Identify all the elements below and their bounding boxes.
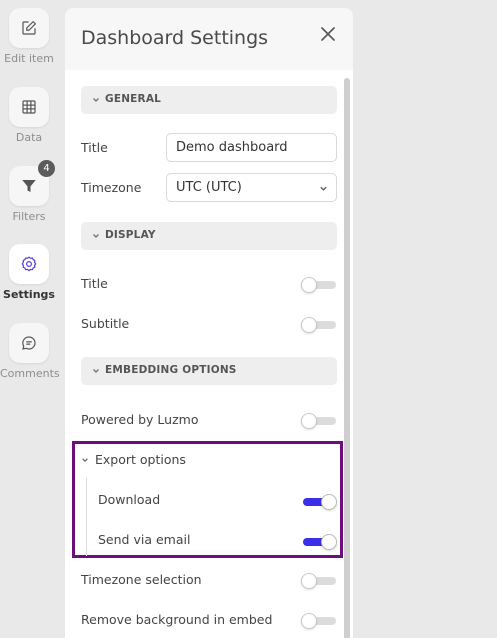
chevron-down-icon	[93, 98, 99, 102]
edit-button[interactable]	[9, 8, 49, 48]
filter-icon	[22, 180, 36, 192]
send-via-email-label: Send via email	[98, 532, 191, 547]
toggle-knob	[301, 613, 317, 629]
rail-label-filters: Filters	[12, 210, 46, 223]
panel-header: Dashboard Settings	[65, 8, 353, 70]
comment-icon	[22, 336, 36, 350]
panel-title: Dashboard Settings	[81, 27, 269, 49]
download-toggle[interactable]	[301, 494, 338, 510]
general-title-label: Title	[81, 140, 108, 155]
chevron-down-icon[interactable]	[81, 456, 89, 464]
rail-item-filters[interactable]: 4 Filters	[0, 160, 58, 223]
title-input-value: Demo dashboard	[176, 140, 288, 155]
table-icon	[22, 100, 36, 114]
general-timezone-label: Timezone	[81, 180, 142, 195]
rail-label-comments: Comments	[0, 367, 60, 380]
rail-item-edit[interactable]: Edit item	[0, 8, 58, 65]
timezone-select-value: UTC (UTC)	[176, 180, 242, 195]
timezone-selection-label: Timezone selection	[81, 572, 202, 587]
filters-button[interactable]: 4	[9, 160, 55, 206]
left-rail: Edit item Data 4 Filters Settings Commen…	[0, 0, 60, 638]
section-display[interactable]: DISPLAY	[81, 222, 337, 250]
rail-label-data: Data	[15, 131, 43, 144]
toggle-knob	[301, 573, 317, 589]
export-options-indent-line	[86, 478, 87, 556]
remove-background-label: Remove background in embed	[81, 612, 273, 627]
chevron-down-icon	[320, 186, 327, 191]
title-input[interactable]: Demo dashboard	[166, 133, 337, 162]
filter-count-badge: 4	[38, 160, 55, 177]
display-subtitle-label: Subtitle	[81, 316, 130, 331]
scrollbar[interactable]	[344, 78, 350, 638]
section-embedding-label: EMBEDDING OPTIONS	[105, 364, 237, 376]
display-subtitle-toggle[interactable]	[301, 317, 338, 333]
settings-button[interactable]	[9, 244, 49, 284]
send-via-email-toggle[interactable]	[301, 534, 338, 550]
toggle-knob	[321, 494, 337, 510]
edit-icon	[22, 21, 36, 35]
section-general[interactable]: GENERAL	[81, 86, 337, 114]
rail-item-comments[interactable]: Comments	[0, 323, 60, 380]
remove-background-toggle[interactable]	[301, 613, 338, 629]
toggle-knob	[301, 413, 317, 429]
toggle-knob	[301, 317, 317, 333]
display-title-label: Title	[81, 276, 108, 291]
rail-item-data[interactable]: Data	[0, 87, 58, 144]
chevron-down-icon	[93, 369, 99, 373]
rail-item-settings[interactable]: Settings	[0, 244, 58, 301]
comments-button[interactable]	[9, 323, 49, 363]
chevron-down-icon	[93, 234, 99, 238]
powered-by-label: Powered by Luzmo	[81, 412, 199, 427]
section-embedding[interactable]: EMBEDDING OPTIONS	[81, 357, 337, 385]
rail-label-settings: Settings	[3, 288, 55, 301]
close-button[interactable]	[318, 24, 338, 44]
download-label: Download	[98, 492, 161, 507]
timezone-select[interactable]: UTC (UTC)	[166, 173, 337, 202]
data-button[interactable]	[9, 87, 49, 127]
display-title-toggle[interactable]	[301, 277, 338, 293]
timezone-selection-toggle[interactable]	[301, 573, 338, 589]
export-options-toggle-label[interactable]: Export options	[95, 452, 186, 467]
rail-label-edit: Edit item	[4, 52, 54, 65]
gear-icon	[21, 256, 37, 272]
toggle-knob	[321, 534, 337, 550]
close-icon	[321, 27, 335, 41]
section-general-label: GENERAL	[105, 93, 162, 105]
toggle-knob	[301, 277, 317, 293]
section-display-label: DISPLAY	[105, 229, 156, 241]
powered-by-toggle[interactable]	[301, 413, 338, 429]
